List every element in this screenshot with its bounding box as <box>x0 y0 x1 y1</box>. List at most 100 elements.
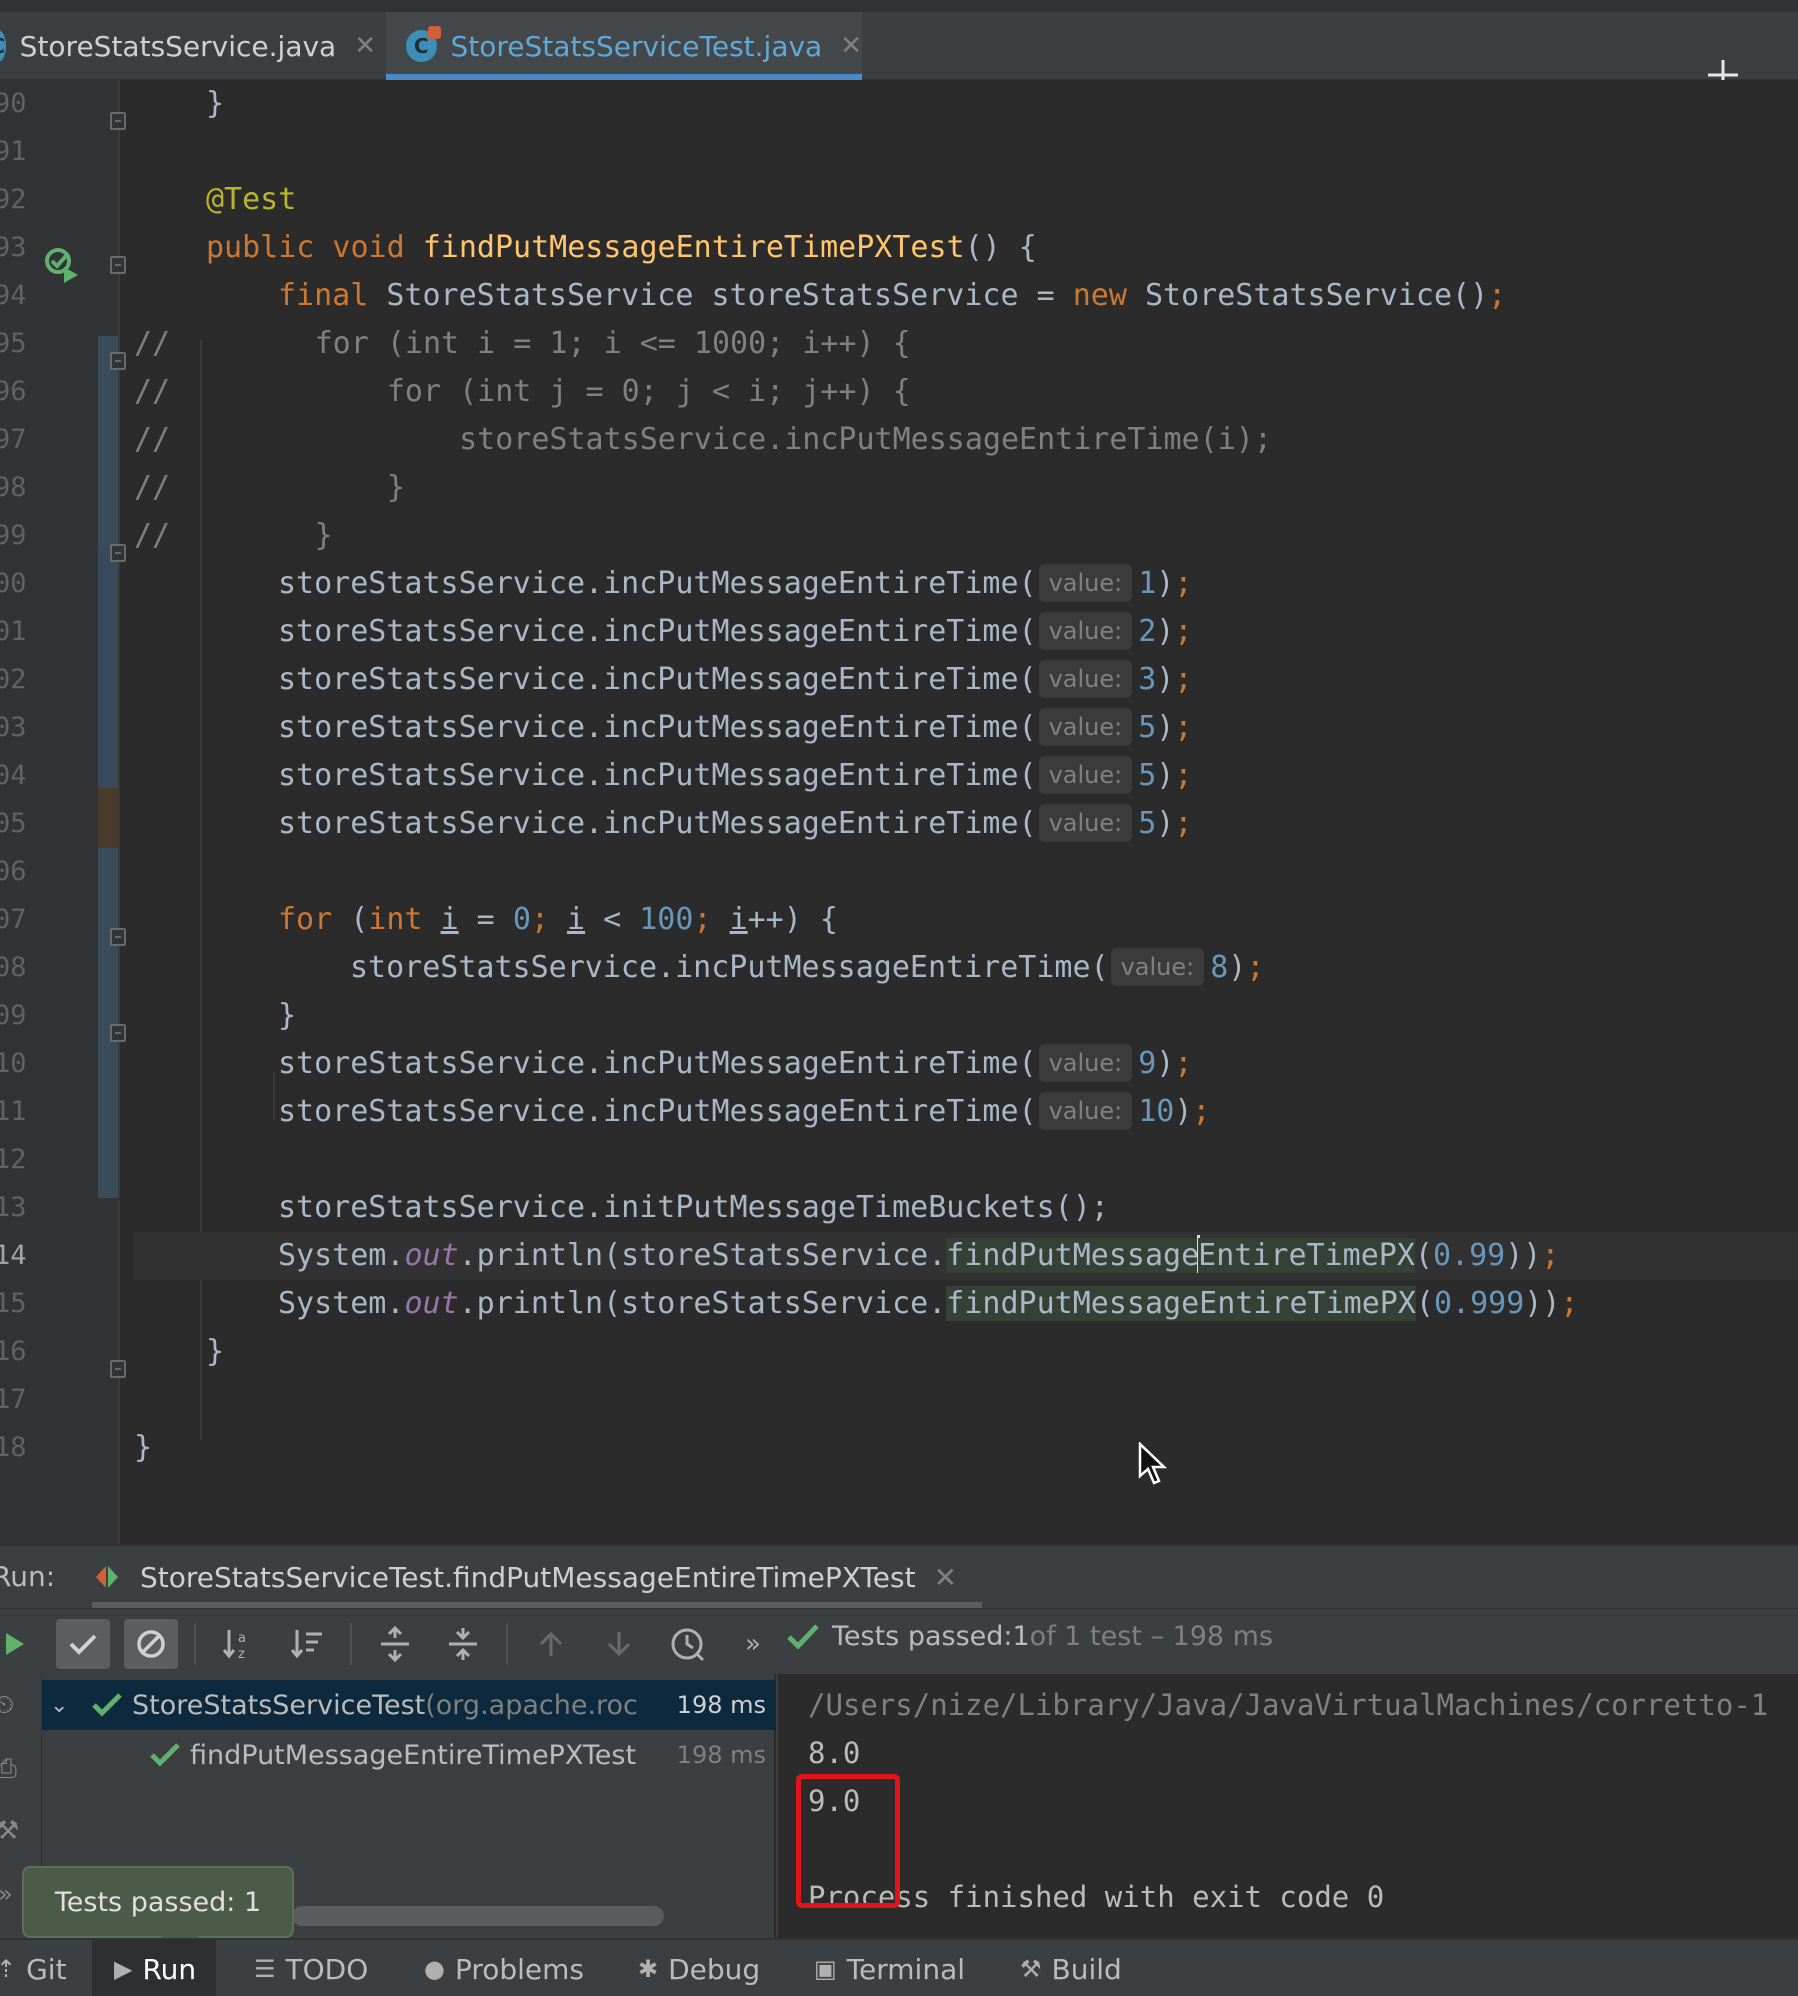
code-editor[interactable]: 90 91 92 93 94 95 96 97 98 99 00 01 02 0… <box>0 80 1798 1544</box>
editor-tab-bar: C StoreStatsService.java ✕ C StoreStatsS… <box>0 0 1798 90</box>
status-suffix: of 1 test – 198 ms <box>1029 1621 1274 1652</box>
more-side-chevron-icon[interactable]: » <box>0 1880 13 1908</box>
camera-side-icon[interactable]: ⎙ <box>0 1754 17 1785</box>
more-actions-chevron-icon[interactable]: » <box>726 1619 780 1669</box>
code-line-108: storeStatsService.incPutMessageEntireTim… <box>350 948 1265 986</box>
fold-marker[interactable] <box>110 1360 126 1378</box>
pass-check-icon <box>787 1623 819 1650</box>
vcs-change-marker <box>98 548 118 788</box>
next-failed-test-button[interactable] <box>592 1619 646 1669</box>
toolbar-separator <box>506 1623 508 1665</box>
line-number: 17 <box>0 1384 27 1415</box>
tool-window-bar: ⇡ Git ▶ Run ☰ TODO ● Problems ✱ Debug ▣ Termin… <box>0 1938 1798 1996</box>
code-line-98-comment: // } <box>134 470 405 505</box>
vcs-change-marker <box>98 848 118 1198</box>
code-line-109: } <box>278 998 297 1033</box>
close-tab-icon[interactable]: ✕ <box>354 31 376 61</box>
line-number: 11 <box>0 1096 27 1127</box>
tooltip-text: Tests passed: 1 <box>54 1886 262 1918</box>
code-line-115: System.out.println(storeStatsService.fin… <box>278 1286 1579 1321</box>
run-configuration-tab[interactable]: StoreStatsServiceTest.findPutMessageEnti… <box>92 1546 982 1608</box>
close-run-tab-icon[interactable]: ✕ <box>934 1561 957 1594</box>
console-command-line: /Users/nize/Library/Java/JavaVirtualMach… <box>808 1688 1769 1722</box>
console-output-line: 8.0 <box>808 1736 861 1770</box>
tab-storestatsservice[interactable]: C StoreStatsService.java ✕ <box>0 12 376 80</box>
line-number: 05 <box>0 808 27 839</box>
build-tool-button[interactable]: ⚒ Build <box>1020 1940 1122 1996</box>
hammer-icon: ⚒ <box>1020 1955 1042 1983</box>
problems-tool-button[interactable]: ● Problems <box>424 1940 584 1996</box>
chevron-down-icon[interactable]: ⌄ <box>50 1693 80 1718</box>
fold-marker[interactable] <box>110 112 126 130</box>
test-method-name: findPutMessageEntireTimePXTest <box>190 1739 637 1771</box>
code-line-105: storeStatsService.incPutMessageEntireTim… <box>278 804 1193 842</box>
tab-label: StoreStatsServiceTest.java <box>450 29 823 63</box>
code-line-99-comment: // } <box>134 518 333 553</box>
svg-text:a: a <box>238 1631 246 1646</box>
parameter-hint: value: <box>1038 804 1133 842</box>
line-number: 04 <box>0 760 27 791</box>
debug-side-icon[interactable]: ⏲ <box>0 1690 14 1721</box>
previous-failed-test-button[interactable] <box>524 1619 578 1669</box>
fold-marker[interactable] <box>110 256 126 274</box>
fold-marker[interactable] <box>110 928 126 946</box>
line-number: 13 <box>0 1192 27 1223</box>
toolbar-separator <box>194 1623 196 1665</box>
fold-marker[interactable] <box>110 544 126 562</box>
test-method-row[interactable]: findPutMessageEntireTimePXTest 198 ms <box>42 1730 776 1780</box>
java-class-icon: C <box>0 30 6 62</box>
code-line-94: final StoreStatsService storeStatsServic… <box>278 278 1507 313</box>
sort-by-duration-button[interactable] <box>280 1619 334 1669</box>
parameter-hint: value: <box>1110 948 1205 986</box>
line-number-current: 14 <box>0 1240 27 1271</box>
expand-all-icon <box>381 1626 409 1662</box>
code-line-116: } <box>206 1334 225 1369</box>
debug-tool-button[interactable]: ✱ Debug <box>638 1940 760 1996</box>
line-number: 00 <box>0 568 27 599</box>
expand-all-button[interactable] <box>368 1619 422 1669</box>
arrow-up-icon <box>539 1631 563 1656</box>
code-line-118: } <box>134 1430 153 1465</box>
rerun-button[interactable] <box>0 1619 40 1669</box>
run-test-gutter-icon[interactable] <box>44 247 80 283</box>
run-tool-button[interactable]: ▶ Run <box>92 1940 217 1996</box>
code-area[interactable]: } @Test public void findPutMessageEntire… <box>134 80 1798 1544</box>
show-passed-toggle[interactable] <box>56 1619 110 1669</box>
line-number: 09 <box>0 1000 27 1031</box>
line-number: 92 <box>0 184 27 215</box>
svg-text:z: z <box>238 1647 245 1662</box>
git-tool-button[interactable]: ⇡ Git <box>0 1940 67 1996</box>
test-class-row[interactable]: ⌄ StoreStatsServiceTest (org.apache.roc … <box>42 1680 776 1730</box>
test-method-duration: 198 ms <box>676 1741 766 1769</box>
code-line-97-comment: // storeStatsService.incPutMessageEntire… <box>134 422 1272 457</box>
fold-marker[interactable] <box>110 352 126 370</box>
git-icon: ⇡ <box>0 1955 17 1983</box>
todo-tool-button[interactable]: ☰ TODO <box>254 1940 368 1996</box>
run-header: Run: StoreStatsServiceTest.findPutMessag… <box>0 1546 1798 1608</box>
collapse-all-button[interactable] <box>436 1619 490 1669</box>
fold-marker[interactable] <box>110 1024 126 1042</box>
show-ignored-toggle[interactable] <box>124 1619 178 1669</box>
tab-storestatsservicetest[interactable]: C StoreStatsServiceTest.java ✕ <box>386 12 862 80</box>
line-number: 06 <box>0 856 27 887</box>
line-number: 03 <box>0 712 27 743</box>
terminal-tool-button[interactable]: ▣ Terminal <box>814 1940 965 1996</box>
code-line-110: storeStatsService.incPutMessageEntireTim… <box>278 1044 1193 1082</box>
test-class-name: StoreStatsServiceTest <box>132 1689 426 1721</box>
clock-history-icon <box>671 1628 705 1662</box>
line-number: 02 <box>0 664 27 695</box>
close-tab-icon[interactable]: ✕ <box>840 31 862 61</box>
line-number: 98 <box>0 472 27 503</box>
line-number: 97 <box>0 424 27 455</box>
code-line-113: storeStatsService.initPutMessageTimeBuck… <box>278 1190 1109 1225</box>
line-number: 18 <box>0 1432 27 1463</box>
wrench-side-icon[interactable]: ⚒ <box>0 1816 19 1846</box>
bug-icon: ✱ <box>638 1955 659 1983</box>
sort-alphabetically-button[interactable]: az <box>212 1619 266 1669</box>
console-output[interactable]: /Users/nize/Library/Java/JavaVirtualMach… <box>778 1674 1798 1940</box>
test-history-button[interactable] <box>660 1619 714 1669</box>
horizontal-scrollbar[interactable] <box>292 1906 664 1926</box>
java-test-class-icon: C <box>406 26 441 62</box>
terminal-icon: ▣ <box>814 1955 837 1983</box>
pass-check-icon <box>92 1693 122 1717</box>
